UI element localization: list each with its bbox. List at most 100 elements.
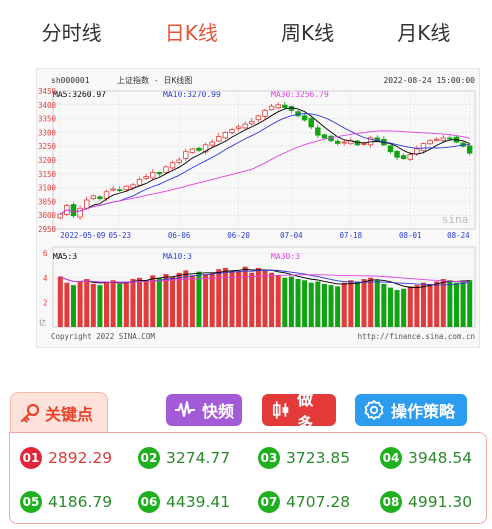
go-long-button[interactable]: 做多: [262, 390, 336, 433]
price-tick-label: 3200: [38, 156, 57, 165]
candle-body: [163, 166, 169, 173]
keypoint-item[interactable]: 01 2892.29: [20, 447, 112, 469]
candle-body: [420, 143, 427, 152]
candle-body: [235, 126, 242, 129]
keypoint-item[interactable]: 06 4439.41: [138, 491, 230, 513]
tab-monthly-k[interactable]: 月K线: [389, 17, 458, 46]
volume-bar: [77, 281, 83, 327]
candle-body: [143, 176, 149, 179]
ma5-line: [60, 107, 470, 215]
candle-body: [275, 104, 281, 109]
volume-bar: [341, 282, 347, 327]
volume-bar: [460, 281, 466, 327]
keypoint-item[interactable]: 08 4991.30: [380, 491, 472, 513]
candle-body: [400, 155, 407, 160]
volume-bar: [315, 281, 321, 327]
candle-body: [209, 141, 215, 146]
keypoint-value: 4707.28: [286, 493, 351, 511]
date-tick-label: 05-23: [108, 231, 131, 240]
volume-bar: [117, 283, 123, 327]
volume-bar: [282, 277, 288, 327]
chart-datetime: 2022-08-24 15:00:00: [383, 76, 475, 85]
waveform-icon: [175, 401, 195, 417]
tab-intraday[interactable]: 分时线: [34, 17, 110, 46]
volume-tick-label: 6: [43, 249, 48, 258]
chart-code: sh000001: [51, 76, 90, 85]
volume-bar: [70, 285, 77, 327]
price-tick-label: 3050: [38, 197, 57, 206]
keypoint-index-badge: 07: [258, 491, 280, 513]
volume-bar: [90, 283, 96, 327]
volume-bar: [407, 286, 413, 327]
candle-body: [222, 132, 229, 139]
volume-bar: [249, 272, 255, 327]
tab-weekly-k[interactable]: 周K线: [273, 17, 342, 46]
volume-bar: [170, 276, 176, 327]
keypoint-item[interactable]: 04 3948.54: [380, 447, 472, 469]
candle-body: [341, 141, 347, 144]
strategy-button[interactable]: 操作策略: [355, 394, 467, 426]
candle-body: [466, 145, 473, 154]
candle-body: [229, 129, 235, 133]
candle-body: [407, 154, 413, 160]
candle-body: [97, 196, 103, 200]
tab-daily-k[interactable]: 日K线: [157, 17, 226, 46]
volume-bar: [335, 286, 341, 327]
candle-body: [110, 188, 116, 191]
volume-bar: [447, 280, 453, 327]
candle-body: [414, 148, 420, 155]
date-tick-label: 07-04: [280, 231, 303, 240]
price-tick-label: 3350: [38, 115, 57, 124]
candle-body: [77, 207, 83, 218]
candle-body: [268, 105, 275, 111]
keypoints-panel: 01 2892.29 02 3274.77 03 3723.85 04 3948…: [9, 432, 487, 524]
keypoint-index-badge: 01: [20, 447, 42, 469]
candle-body: [117, 189, 123, 192]
keypoint-index-badge: 05: [20, 491, 42, 513]
quick-freq-button[interactable]: 快频: [166, 394, 242, 426]
keypoint-value: 3723.85: [286, 449, 351, 467]
volume-bar: [189, 275, 195, 327]
keypoint-item[interactable]: 07 4707.28: [258, 491, 350, 513]
keypoint-value: 4186.79: [48, 493, 113, 511]
kline-chart[interactable]: sh000001 上证指数 - 日K线图 2022-08-24 15:00:00 MA…: [36, 68, 480, 348]
keypoint-item[interactable]: 05 4186.79: [20, 491, 112, 513]
candle-body: [447, 137, 453, 140]
volume-bar: [328, 285, 334, 327]
volume-bar: [222, 267, 228, 327]
volume-bar: [288, 276, 294, 327]
candle-body: [189, 148, 196, 153]
strategy-label: 操作策略: [391, 402, 456, 421]
candle-body: [255, 115, 262, 121]
keypoint-index-badge: 02: [138, 447, 160, 469]
candle-body: [427, 140, 433, 145]
candle-body: [150, 172, 156, 179]
candle-body: [156, 172, 163, 175]
keypoint-value: 2892.29: [48, 449, 113, 467]
volume-bar: [434, 281, 440, 327]
volume-tick-label: 4: [43, 274, 48, 283]
keypoint-index-badge: 06: [138, 491, 160, 513]
candle-body: [57, 213, 64, 219]
candle-body: [136, 178, 143, 186]
keypoint-tab[interactable]: 关键点: [10, 392, 108, 432]
date-tick-label: 06-06: [168, 231, 191, 240]
keypoint-index-badge: 03: [258, 447, 280, 469]
volume-bar: [308, 282, 314, 327]
candlestick-icon: [272, 401, 289, 419]
volume-bar: [203, 274, 209, 327]
candle-body: [315, 127, 321, 136]
volume-bar: [381, 283, 387, 327]
candle-body: [216, 136, 222, 142]
candle-body: [308, 118, 314, 128]
volume-bar: [368, 277, 374, 327]
volume-bar: [123, 281, 129, 327]
keypoint-value: 3274.77: [166, 449, 231, 467]
keypoint-item[interactable]: 02 3274.77: [138, 447, 230, 469]
kline-chart-svg: sh000001 上证指数 - 日K线图 2022-08-24 15:00:00MA…: [38, 75, 476, 341]
keypoint-index-badge: 04: [380, 447, 402, 469]
keypoint-index-badge: 08: [380, 491, 402, 513]
candle-body: [321, 134, 328, 139]
keypoint-item[interactable]: 03 3723.85: [258, 447, 350, 469]
candle-body: [361, 143, 367, 145]
